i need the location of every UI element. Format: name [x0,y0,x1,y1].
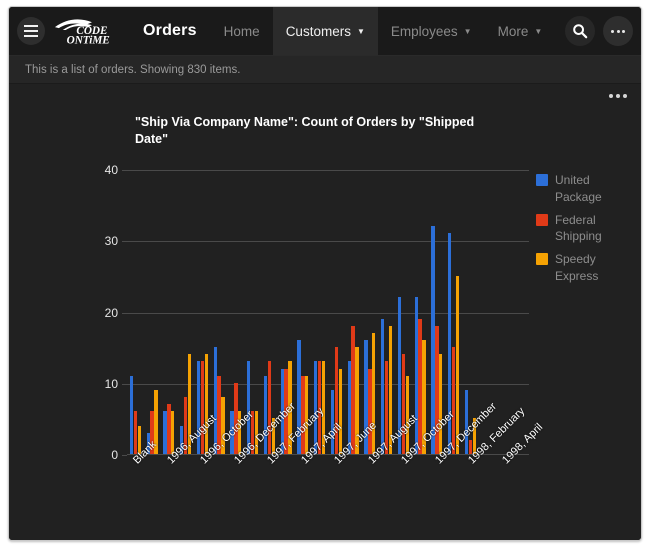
bar[interactable] [439,354,443,454]
top-navigation-bar: CODE ONTiME Orders Home Customers ▼ Empl… [9,7,641,56]
bar[interactable] [204,354,208,454]
bar[interactable] [455,275,460,454]
panel-more-options-button[interactable] [609,94,627,98]
legend-item[interactable]: United Package [536,172,626,206]
bar[interactable] [167,404,171,454]
page-title: Orders [143,22,197,39]
more-options-icon [611,29,625,33]
search-icon [573,24,588,39]
chart-plot-area: 0 10 20 30 40 [105,163,529,462]
more-options-button[interactable] [603,16,633,46]
bar-group[interactable] [177,170,194,454]
chevron-down-icon: ▼ [463,27,472,36]
bar[interactable] [200,361,205,454]
y-axis-tick-label: 40 [104,163,118,177]
bar-group[interactable] [345,170,362,454]
app-window: CODE ONTiME Orders Home Customers ▼ Empl… [8,6,642,541]
bar-group[interactable] [412,170,429,454]
chart-x-axis-labels: Blank 1996, August 1996, October 1996, Dece… [127,400,545,540]
status-description-bar: This is a list of orders. Showing 830 it… [9,56,641,84]
menu-button[interactable] [9,7,53,55]
bar-group[interactable] [127,170,144,454]
bar[interactable] [133,411,138,454]
legend-color-swatch [536,174,548,186]
bar-group[interactable] [211,170,228,454]
hamburger-icon[interactable] [17,17,45,45]
bar[interactable] [401,354,406,454]
bar-group[interactable] [194,170,211,454]
legend-color-swatch [536,253,548,266]
legend-label: United Package [555,173,602,204]
bar-group[interactable] [362,170,379,454]
nav-item-more-label: More [497,23,529,39]
chart-panel: "Ship Via Company Name": Count of Orders… [9,84,641,540]
legend-item[interactable]: Speedy Express [536,251,626,285]
bar[interactable] [372,332,376,454]
y-axis-tick [122,455,127,456]
bar-group[interactable] [144,170,161,454]
y-axis-tick-label: 10 [104,376,118,391]
bar[interactable] [163,411,167,454]
bar-group[interactable] [228,170,245,454]
bar[interactable] [301,375,305,454]
code-on-time-logo-icon: CODE ONTiME [54,19,110,47]
chart-bars [127,170,529,454]
nav-item-customers[interactable]: Customers ▼ [272,7,378,55]
bar[interactable] [381,318,385,454]
nav-item-customers-label: Customers [285,23,351,39]
bar[interactable] [368,368,372,454]
chevron-down-icon: ▼ [356,27,365,36]
bar-group[interactable] [295,170,312,454]
y-axis-tick-label: 0 [111,448,118,462]
legend-label: Federal Shipping [555,212,602,244]
bar-group[interactable] [462,170,479,454]
panel-more-options-icon [609,94,613,98]
nav-item-employees[interactable]: Employees ▼ [378,7,485,55]
bar[interactable] [129,375,134,454]
bar[interactable] [267,361,272,454]
bar-group[interactable] [261,170,278,454]
bar[interactable] [414,297,418,454]
search-button[interactable] [565,16,595,46]
svg-text:ONTiME: ONTiME [67,35,110,47]
legend-color-swatch [536,213,548,226]
nav-item-home[interactable]: Home [211,7,273,55]
bar[interactable] [338,368,342,454]
y-axis-tick-label: 30 [104,234,118,249]
status-text: This is a list of orders. Showing 830 it… [25,63,241,76]
bar-group[interactable] [378,170,395,454]
legend-item[interactable]: Federal Shipping [536,212,626,246]
legend-label: Speedy Express [555,252,599,283]
bar[interactable] [431,226,435,454]
nav-item-more[interactable]: More ▼ [485,7,556,55]
screenshot-root: CODE ONTiME Orders Home Customers ▼ Empl… [0,0,650,549]
brand-logo[interactable]: CODE ONTiME [53,7,135,55]
bar-group[interactable] [429,170,446,454]
chart-title: "Ship Via Company Name": Count of Orders… [135,115,475,146]
bar[interactable] [418,318,422,454]
y-axis-tick-label: 20 [104,305,118,320]
bar-group[interactable] [161,170,178,454]
bar-group[interactable] [496,170,513,454]
nav-item-home-label: Home [223,23,260,39]
chart-legend: United Package Federal Shipping Speedy Exp… [536,172,626,291]
chevron-down-icon: ▼ [534,27,543,36]
nav-item-employees-label: Employees [390,23,458,39]
bar-group[interactable] [395,170,412,454]
bar-group[interactable] [328,170,345,454]
